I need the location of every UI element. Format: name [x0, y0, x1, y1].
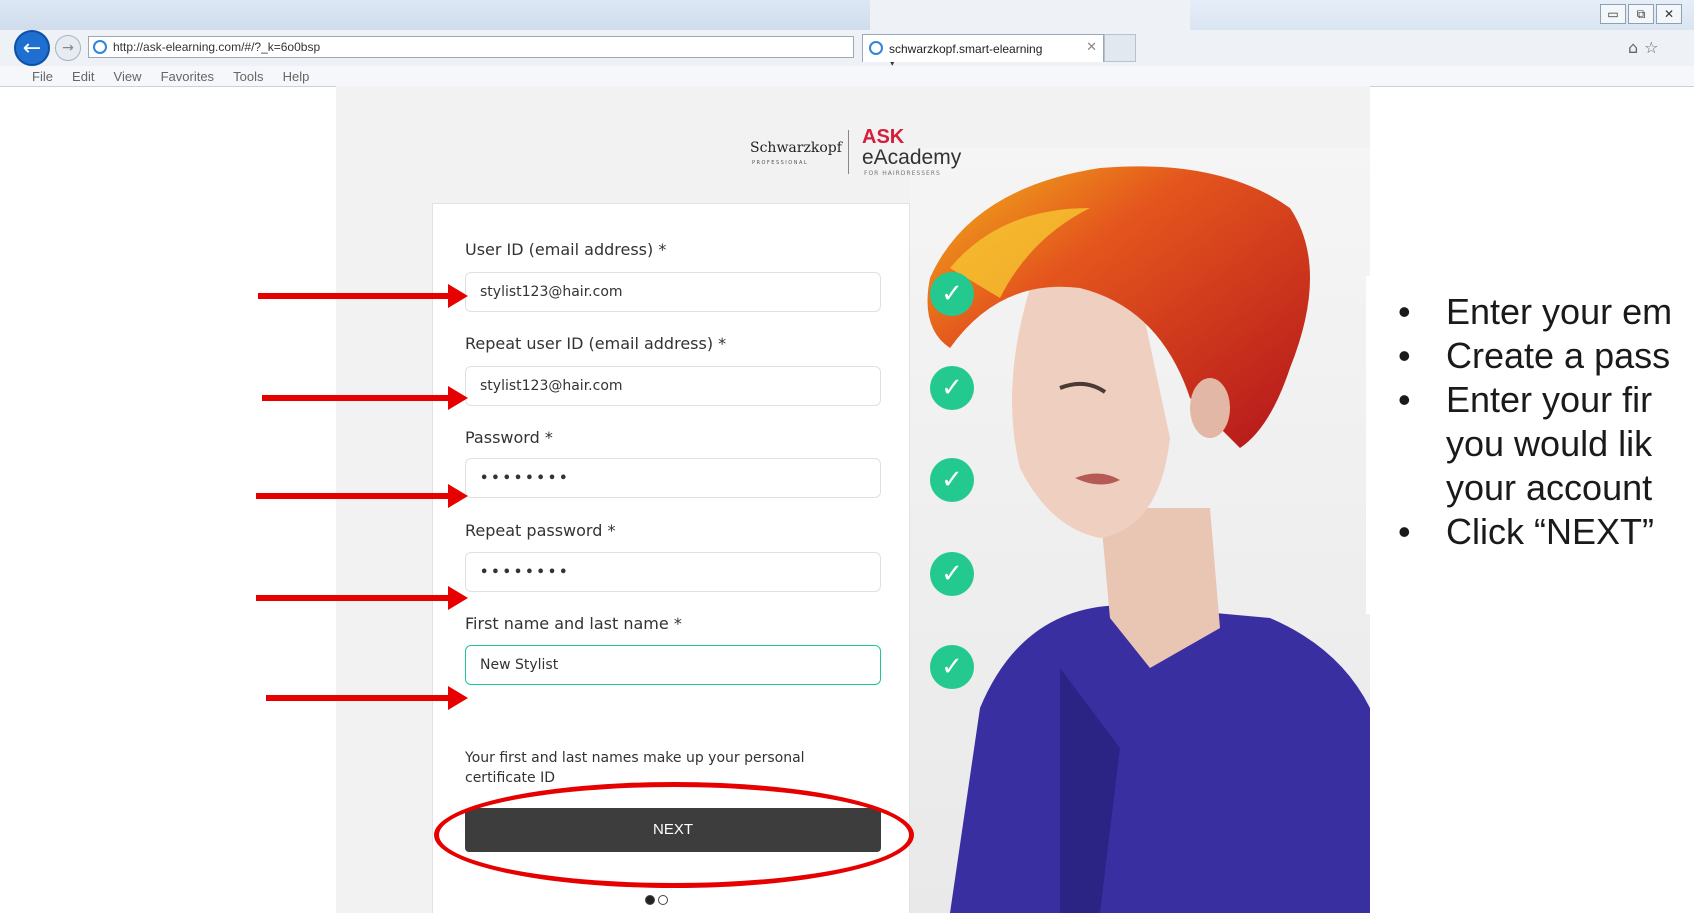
- annotation-arrow: [258, 284, 468, 308]
- schwarzkopf-logo: Schwarzkopf: [750, 140, 842, 156]
- page-dot-active[interactable]: [645, 895, 655, 905]
- page-dot[interactable]: [658, 895, 668, 905]
- full-name-label: First name and last name *: [465, 614, 682, 633]
- user-id-input[interactable]: stylist123@hair.com: [465, 272, 881, 312]
- favorites-star-icon[interactable]: ☆: [1644, 38, 1664, 57]
- minimize-button[interactable]: ▭: [1600, 4, 1626, 24]
- password-input[interactable]: ••••••••: [465, 458, 881, 498]
- instruction-item: Enter your fir: [1394, 378, 1694, 422]
- menu-favorites[interactable]: Favorites: [161, 69, 214, 84]
- menu-help[interactable]: Help: [283, 69, 310, 84]
- check-icon: ✓: [930, 366, 974, 410]
- instruction-item: Enter your em: [1394, 290, 1694, 334]
- annotation-arrow: [266, 686, 468, 710]
- logo-divider: [848, 130, 849, 174]
- url-text[interactable]: http://ask-elearning.com/#/?_k=6o0bsp: [113, 40, 320, 54]
- instruction-item: Create a pass: [1394, 334, 1694, 378]
- annotation-ellipse: [434, 782, 914, 888]
- page-indicator: [645, 890, 671, 909]
- arrow-left-icon: ←: [22, 36, 42, 61]
- window-controls: ▭ ⧉ ✕: [1600, 4, 1682, 24]
- repeat-password-input[interactable]: ••••••••: [465, 552, 881, 592]
- ie-page-icon: [93, 40, 107, 54]
- tab-title: schwarzkopf.smart-elearning: [889, 42, 1043, 56]
- address-bar[interactable]: http://ask-elearning.com/#/?_k=6o0bsp ⚲ …: [88, 36, 900, 85]
- annotation-arrow: [256, 586, 468, 610]
- repeat-user-id-label: Repeat user ID (email address) *: [465, 334, 727, 353]
- annotation-arrow: [262, 386, 468, 410]
- instructions-list: Enter your em Create a pass Enter your f…: [1394, 290, 1694, 554]
- check-icon: ✓: [930, 645, 974, 689]
- site-logo: Schwarzkopf PROFESSIONAL ASK eAcademy FO…: [750, 120, 990, 177]
- logo-tagline: FOR HAIRDRESSERS: [864, 170, 941, 177]
- title-bar: [0, 0, 870, 30]
- menu-bar: File Edit View Favorites Tools Help: [0, 66, 1694, 86]
- menu-view[interactable]: View: [114, 69, 142, 84]
- instruction-item: Click “NEXT”: [1394, 510, 1694, 554]
- repeat-user-id-input[interactable]: stylist123@hair.com: [465, 366, 881, 406]
- browser-tab[interactable]: schwarzkopf.smart-elearning ✕: [862, 34, 1104, 62]
- ie-tab-icon: [869, 41, 883, 55]
- toolbar-icons[interactable]: ⌂☆: [1628, 38, 1665, 57]
- menu-edit[interactable]: Edit: [72, 69, 94, 84]
- browser-chrome: ▭ ⧉ ✕ ← → http://ask-elearning.com/#/?_k…: [0, 0, 1694, 87]
- password-label: Password *: [465, 428, 553, 447]
- model-photo: [910, 148, 1370, 913]
- annotation-arrow: [256, 484, 468, 508]
- full-name-input[interactable]: New Stylist: [465, 645, 881, 685]
- menu-tools[interactable]: Tools: [233, 69, 263, 84]
- page-background: Schwarzkopf PROFESSIONAL ASK eAcademy FO…: [336, 86, 1370, 913]
- eacademy-logo: eAcademy: [862, 146, 962, 169]
- instruction-item-continued: your account: [1446, 467, 1653, 508]
- instruction-item-continued: you would lik: [1446, 423, 1653, 464]
- close-window-button[interactable]: ✕: [1656, 4, 1682, 24]
- menu-file[interactable]: File: [32, 69, 53, 84]
- home-icon[interactable]: ⌂: [1628, 38, 1644, 57]
- back-button[interactable]: ←: [14, 30, 50, 66]
- check-icon: ✓: [930, 458, 974, 502]
- schwarzkopf-sub: PROFESSIONAL: [752, 160, 809, 166]
- new-tab-button[interactable]: [1104, 34, 1136, 62]
- forward-button[interactable]: →: [55, 35, 81, 61]
- check-icon: ✓: [930, 552, 974, 596]
- close-tab-icon[interactable]: ✕: [1086, 40, 1097, 55]
- restore-button[interactable]: ⧉: [1628, 4, 1654, 24]
- arrow-right-icon: →: [62, 40, 74, 56]
- check-icon: ✓: [930, 272, 974, 316]
- user-id-label: User ID (email address) *: [465, 240, 667, 259]
- repeat-password-label: Repeat password *: [465, 521, 616, 540]
